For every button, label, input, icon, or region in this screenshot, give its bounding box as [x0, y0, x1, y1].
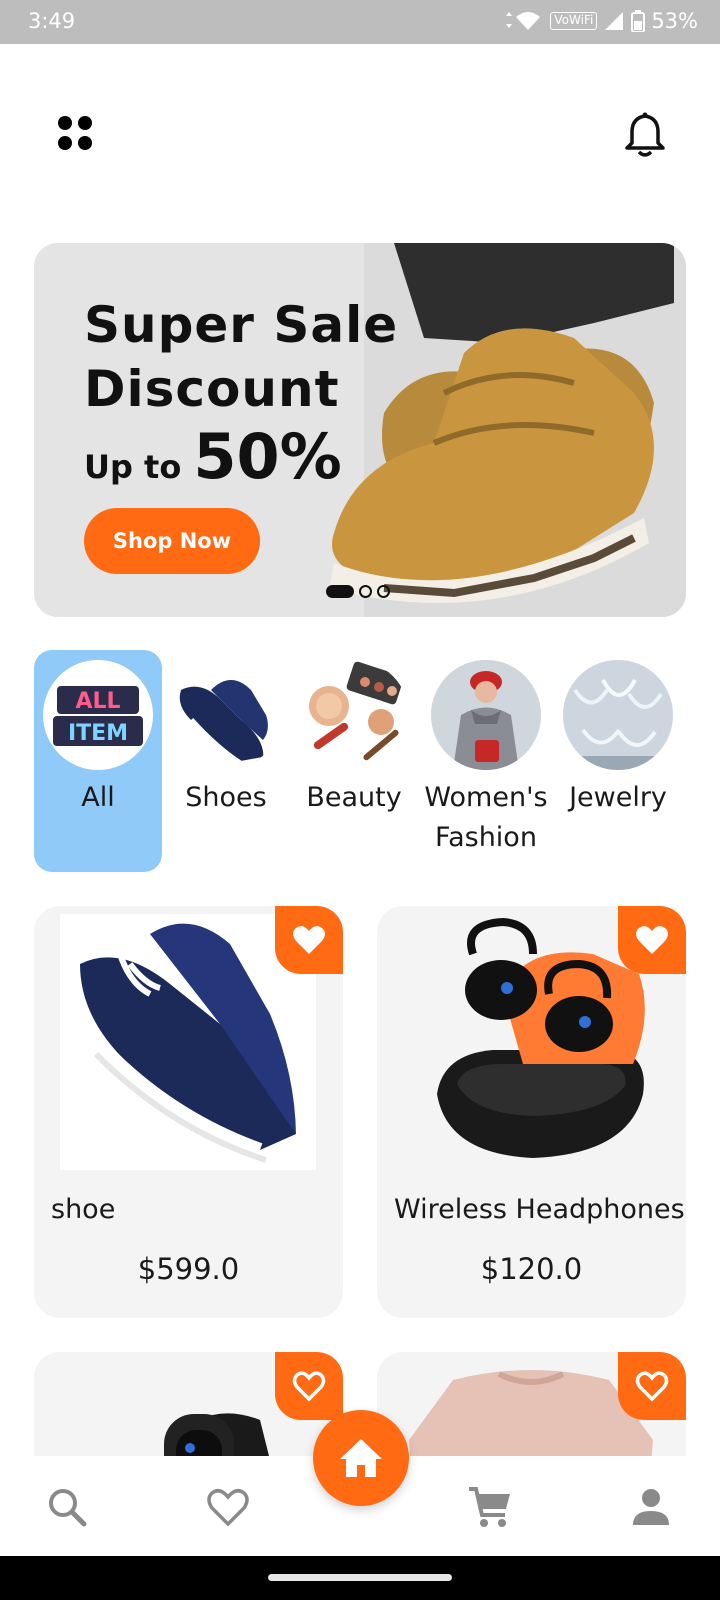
- banner-title-line1: Super Sale: [84, 296, 399, 354]
- carousel-dot-1[interactable]: [326, 585, 354, 598]
- favorite-toggle[interactable]: [618, 1352, 686, 1420]
- favorite-toggle[interactable]: [275, 1352, 343, 1420]
- nav-wishlist[interactable]: [201, 1480, 255, 1534]
- shop-now-button[interactable]: Shop Now: [84, 508, 260, 574]
- heart-filled-icon: [636, 926, 668, 954]
- battery-icon: [631, 10, 646, 32]
- banner-discount: Up to 50%: [84, 420, 342, 493]
- upto-label: Up to: [84, 448, 182, 486]
- carousel-indicator: [326, 585, 390, 598]
- battery-percent: 53%: [651, 9, 698, 33]
- banner-title-line2: Discount: [84, 360, 340, 418]
- category-shoes[interactable]: Shoes: [162, 650, 290, 872]
- cart-icon: [469, 1487, 510, 1527]
- beauty-thumbnail: [299, 660, 409, 770]
- category-label: Women's Fashion: [424, 782, 548, 853]
- category-label: Beauty: [306, 782, 402, 813]
- category-all[interactable]: ALL ITEM All: [34, 650, 162, 872]
- upto-value: 50%: [193, 420, 342, 493]
- nav-home-button[interactable]: [313, 1410, 409, 1506]
- heart-icon: [207, 1489, 249, 1527]
- category-list: ALL ITEM All Shoes Beauty Women's Fashio…: [34, 650, 720, 880]
- status-indicators: VoWiFi 53%: [504, 9, 698, 33]
- nav-cart[interactable]: [463, 1480, 517, 1534]
- system-navigation-bar: [0, 1556, 720, 1600]
- favorite-toggle[interactable]: [275, 906, 343, 974]
- carousel-dot-3[interactable]: [377, 585, 390, 598]
- status-bar: 3:49 VoWiFi 53%: [0, 0, 720, 44]
- category-jewelry[interactable]: Jewelry: [554, 650, 682, 872]
- category-womens-fashion[interactable]: Women's Fashion: [422, 650, 550, 872]
- heart-filled-icon: [293, 926, 325, 954]
- menu-grid-icon[interactable]: [56, 114, 94, 152]
- product-card[interactable]: shoe $599.0: [34, 906, 343, 1318]
- svg-text:ITEM: ITEM: [68, 721, 128, 746]
- womens-fashion-thumbnail: [431, 660, 541, 770]
- search-icon: [49, 1489, 87, 1527]
- gesture-handle[interactable]: [268, 1574, 452, 1581]
- banner-title: Super Sale Discount: [84, 293, 404, 421]
- carousel-dot-2[interactable]: [359, 585, 372, 598]
- promo-banner[interactable]: Super Sale Discount Up to 50% Shop Now: [34, 243, 686, 617]
- product-price: $599.0: [137, 1252, 240, 1286]
- nav-search[interactable]: [40, 1480, 94, 1534]
- category-label: Shoes: [185, 782, 267, 813]
- product-name: shoe: [51, 1194, 116, 1225]
- heart-outline-icon: [292, 1371, 326, 1402]
- category-label: All: [81, 782, 115, 813]
- signal-icon: [605, 12, 624, 30]
- product-name: Wireless Headphones: [394, 1194, 685, 1225]
- notification-bell-icon[interactable]: [623, 112, 667, 158]
- svg-text:ALL: ALL: [75, 689, 120, 714]
- product-price: $120.0: [480, 1252, 583, 1286]
- shoes-thumbnail: [171, 660, 281, 770]
- nav-profile[interactable]: [624, 1480, 678, 1534]
- wifi-icon: [506, 12, 541, 30]
- home-icon: [340, 1439, 382, 1477]
- profile-icon: [633, 1489, 669, 1525]
- status-time: 3:49: [28, 9, 76, 33]
- all-items-logo: ALL ITEM: [43, 660, 153, 770]
- vowifi-badge: VoWiFi: [550, 12, 598, 30]
- product-card[interactable]: Wireless Headphones $120.0: [377, 906, 686, 1318]
- jewelry-thumbnail: [563, 660, 673, 770]
- favorite-toggle[interactable]: [618, 906, 686, 974]
- category-label: Jewelry: [569, 782, 667, 813]
- category-beauty[interactable]: Beauty: [290, 650, 418, 872]
- heart-outline-icon: [635, 1371, 669, 1402]
